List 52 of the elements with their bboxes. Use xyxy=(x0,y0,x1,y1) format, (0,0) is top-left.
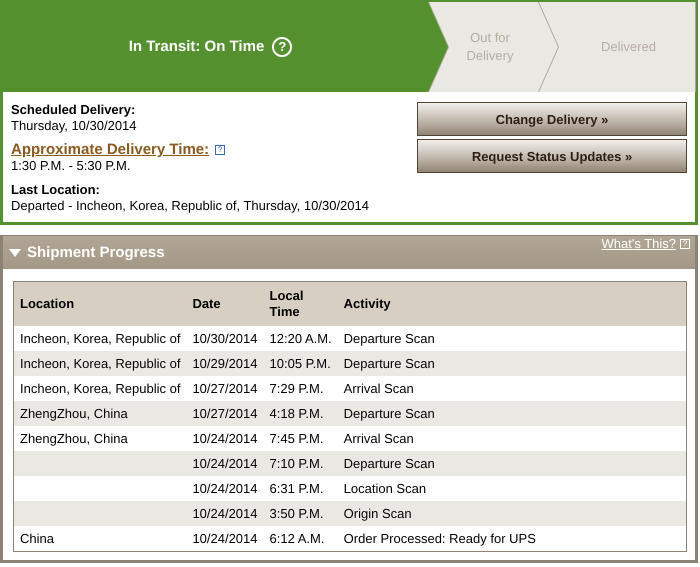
step-label: In Transit: On Time xyxy=(128,38,264,56)
table-cell: Departure Scan xyxy=(338,351,686,376)
table-cell: Arrival Scan xyxy=(338,426,686,451)
table-cell: Incheon, Korea, Republic of xyxy=(14,326,186,351)
table-cell: 4:18 P.M. xyxy=(264,401,338,426)
detail-value: Departed - Incheon, Korea, Republic of, Thursday, 10/30/2014 xyxy=(11,198,369,213)
table-cell: 10/24/2014 xyxy=(186,526,264,552)
table-cell: 10/24/2014 xyxy=(186,476,264,501)
table-cell: 10/29/2014 xyxy=(186,351,264,376)
table-cell: 10/24/2014 xyxy=(186,426,264,451)
detail-label: Last Location: xyxy=(11,182,100,197)
step-label: Out for Delivery xyxy=(466,29,514,65)
column-header: Date xyxy=(186,282,264,326)
table-cell: 10/27/2014 xyxy=(186,376,264,401)
detail-value: Thursday, 10/30/2014 xyxy=(11,118,137,133)
table-cell: Departure Scan xyxy=(338,451,686,476)
step-label: Delivered xyxy=(601,38,656,56)
table-cell: Departure Scan xyxy=(338,326,686,351)
detail-value: 1:30 P.M. - 5:30 P.M. xyxy=(11,158,130,173)
table-cell: ZhengZhou, China xyxy=(14,401,186,426)
detail-label: Scheduled Delivery: xyxy=(11,102,136,117)
table-cell: Origin Scan xyxy=(338,501,686,526)
help-icon[interactable]: ? xyxy=(272,37,292,57)
table-cell: Arrival Scan xyxy=(338,376,686,401)
table-cell: 6:31 P.M. xyxy=(264,476,338,501)
column-header: Activity xyxy=(338,282,686,326)
table-cell: 10/24/2014 xyxy=(186,451,264,476)
table-cell: 12:20 A.M. xyxy=(264,326,338,351)
table-cell: Order Processed: Ready for UPS xyxy=(338,526,686,552)
collapse-triangle-icon[interactable] xyxy=(9,248,21,256)
table-cell: 3:50 P.M. xyxy=(264,501,338,526)
panel-title: Shipment Progress xyxy=(27,244,165,261)
table-cell: Incheon, Korea, Republic of xyxy=(14,376,186,401)
help-icon[interactable]: ? xyxy=(215,145,226,155)
table-cell: ZhengZhou, China xyxy=(14,426,186,451)
table-cell: China xyxy=(14,526,186,552)
table-cell: Location Scan xyxy=(338,476,686,501)
table-cell: 7:29 P.M. xyxy=(264,376,338,401)
table-cell: 6:12 A.M. xyxy=(264,526,338,552)
detail-link[interactable]: Approximate Delivery Time: xyxy=(11,141,210,158)
table-cell: 7:10 P.M. xyxy=(264,451,338,476)
table-cell: Incheon, Korea, Republic of xyxy=(14,351,186,376)
column-header: Location xyxy=(14,282,186,326)
table-cell: 10/30/2014 xyxy=(186,326,264,351)
action-button[interactable]: Change Delivery » xyxy=(417,102,687,136)
table-cell: 7:45 P.M. xyxy=(264,426,338,451)
table-cell: 10/27/2014 xyxy=(186,401,264,426)
action-button[interactable]: Request Status Updates » xyxy=(417,139,687,173)
table-cell: Departure Scan xyxy=(338,401,686,426)
column-header: Local Time xyxy=(264,282,338,326)
table-cell: 10/24/2014 xyxy=(186,501,264,526)
table-cell: 10:05 P.M. xyxy=(264,351,338,376)
